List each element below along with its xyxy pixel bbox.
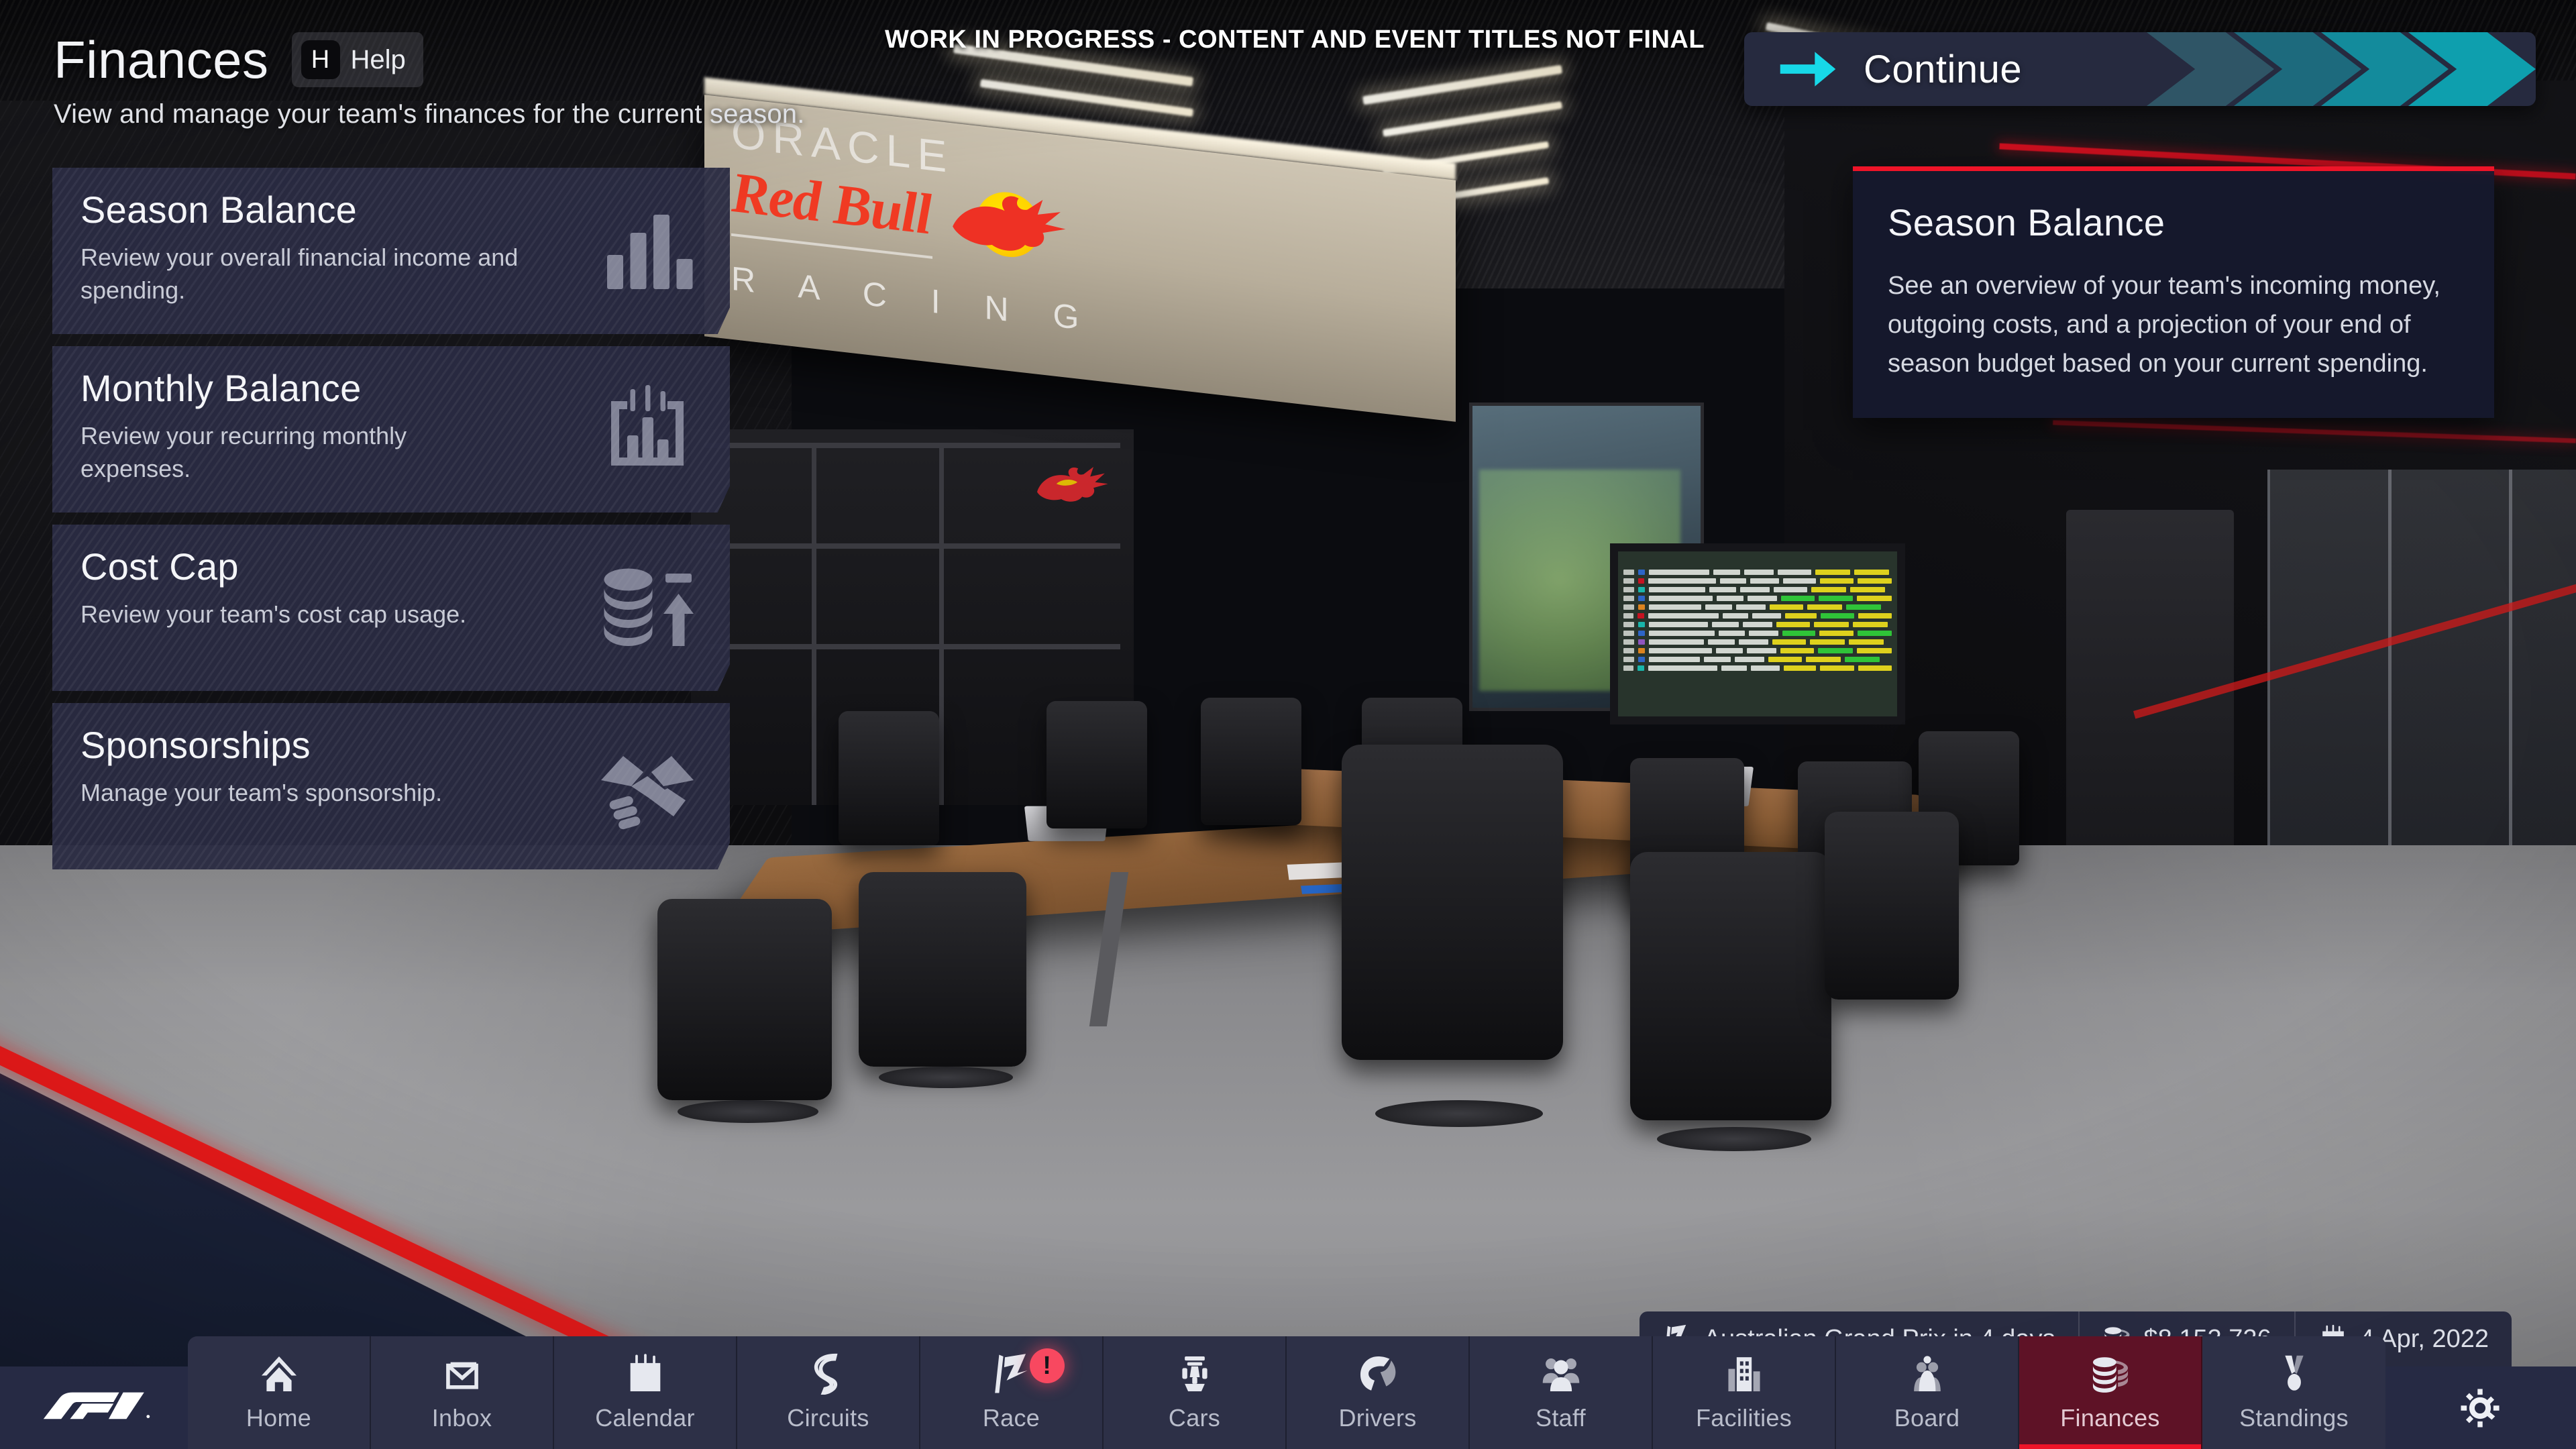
card-description: Manage your team's sponsorship. <box>80 778 443 806</box>
office-chair <box>1342 745 1563 1060</box>
car-icon <box>1174 1353 1216 1395</box>
nav-label: Standings <box>2239 1404 2349 1432</box>
nav-item-home[interactable]: Home <box>188 1336 371 1449</box>
nav-item-board[interactable]: Board <box>1836 1336 2019 1449</box>
tooltip-body: See an overview of your team's incoming … <box>1888 272 2440 378</box>
timing-board-display <box>1610 543 1905 724</box>
office-chair <box>1825 812 1959 1000</box>
page-header: Finances H Help View and manage your tea… <box>54 32 805 129</box>
office-chair <box>1630 852 1831 1120</box>
nav-label: Inbox <box>431 1404 492 1432</box>
card-title: Sponsorships <box>80 724 311 766</box>
helmet-icon <box>1357 1353 1399 1395</box>
nav-label: Drivers <box>1338 1404 1417 1432</box>
gear-icon <box>2461 1388 2500 1428</box>
office-chair <box>1201 698 1301 825</box>
settings-button[interactable] <box>2416 1366 2544 1449</box>
page-subtitle: View and manage your team's finances for… <box>54 99 805 129</box>
continue-button[interactable]: Continue <box>1744 32 2536 106</box>
handshake-icon <box>597 736 698 837</box>
red-bull-logo-icon <box>945 181 1079 266</box>
help-label: Help <box>350 44 406 74</box>
nav-label: Circuits <box>787 1404 869 1432</box>
tooltip-title: Season Balance <box>1888 201 2165 244</box>
people-icon <box>1540 1353 1582 1395</box>
chart-clipboard-icon <box>597 379 698 480</box>
nav-label: Facilities <box>1695 1404 1792 1432</box>
shelf <box>704 543 1120 549</box>
card-title: Monthly Balance <box>80 367 362 409</box>
help-button[interactable]: H Help <box>291 32 423 87</box>
chair-base <box>879 1067 1013 1088</box>
nav-label: Race <box>982 1404 1040 1432</box>
nav-item-standings[interactable]: Standings <box>2202 1336 2385 1449</box>
nav-label: Staff <box>1536 1404 1586 1432</box>
nav-item-drivers[interactable]: Drivers <box>1287 1336 1470 1449</box>
circuit-icon <box>808 1353 849 1395</box>
nav-item-calendar[interactable]: Calendar <box>554 1336 737 1449</box>
office-chair <box>859 872 1026 1067</box>
menu-card-monthly-balance[interactable]: Monthly Balance Review your recurring mo… <box>52 346 730 513</box>
office-chair <box>1046 701 1147 828</box>
shelf <box>704 443 1120 448</box>
medal-icon <box>2273 1353 2315 1395</box>
building-icon <box>1723 1353 1765 1395</box>
nav-label: Board <box>1894 1404 1960 1432</box>
card-title: Season Balance <box>80 189 358 231</box>
menu-card-sponsorships[interactable]: Sponsorships Manage your team's sponsors… <box>52 703 730 869</box>
shelf-divider <box>812 443 816 805</box>
office-chair <box>657 899 832 1100</box>
page-title: Finances <box>54 30 269 89</box>
red-bull-wall-logo <box>1033 463 1114 510</box>
help-key-badge: H <box>301 40 340 79</box>
nav-item-inbox[interactable]: Inbox <box>371 1336 554 1449</box>
nav-item-circuits[interactable]: Circuits <box>737 1336 920 1449</box>
coins-arrow-up-icon <box>597 557 698 658</box>
chair-base <box>678 1100 818 1123</box>
continue-label: Continue <box>1864 47 2023 91</box>
chair-base <box>1375 1100 1543 1127</box>
nav-label: Finances <box>2060 1404 2160 1432</box>
info-tooltip-panel: Season Balance See an overview of your t… <box>1853 166 2494 419</box>
card-title: Cost Cap <box>80 545 239 588</box>
card-description: Review your overall financial income and… <box>80 243 519 305</box>
chevron-decoration <box>2080 32 2536 106</box>
nav-label: Calendar <box>595 1404 695 1432</box>
f1-logo <box>40 1390 161 1426</box>
calendar-icon <box>625 1353 666 1395</box>
chair-base <box>1657 1127 1811 1151</box>
nav-item-facilities[interactable]: Facilities <box>1653 1336 1836 1449</box>
nav-item-staff[interactable]: Staff <box>1470 1336 1653 1449</box>
shelf-divider <box>939 443 944 805</box>
work-in-progress-banner: WORK IN PROGRESS - CONTENT AND EVENT TIT… <box>884 25 1705 54</box>
nav-item-cars[interactable]: Cars <box>1104 1336 1287 1449</box>
card-description: Review your team's cost cap usage. <box>80 600 467 628</box>
card-description: Review your recurring monthly expenses. <box>80 421 407 483</box>
nav-label: Home <box>246 1404 312 1432</box>
nav-label: Cars <box>1168 1404 1221 1432</box>
envelope-icon <box>441 1353 483 1395</box>
nav-item-race[interactable]: Race ! <box>920 1336 1104 1449</box>
notification-badge: ! <box>1029 1348 1065 1383</box>
menu-card-cost-cap[interactable]: Cost Cap Review your team's cost cap usa… <box>52 525 730 691</box>
finance-menu-list: Season Balance Review your overall finan… <box>52 168 730 881</box>
office-chair <box>839 711 939 845</box>
trophy-person-icon <box>1907 1353 1948 1395</box>
arrow-right-icon <box>1779 45 1837 93</box>
flag-icon <box>991 1353 1032 1395</box>
bar-chart-icon <box>597 201 698 301</box>
main-navigation: Home Inbox Calendar Circuits Race ! Cars… <box>188 1336 2385 1449</box>
menu-card-season-balance[interactable]: Season Balance Review your overall finan… <box>52 168 730 334</box>
home-icon <box>258 1353 300 1395</box>
nav-item-finances[interactable]: Finances <box>2019 1336 2202 1449</box>
app-root: ORACLE Red Bull R A C I N G Finances H H… <box>0 0 2576 1449</box>
shelf <box>704 644 1120 649</box>
coins-icon <box>2090 1353 2131 1395</box>
